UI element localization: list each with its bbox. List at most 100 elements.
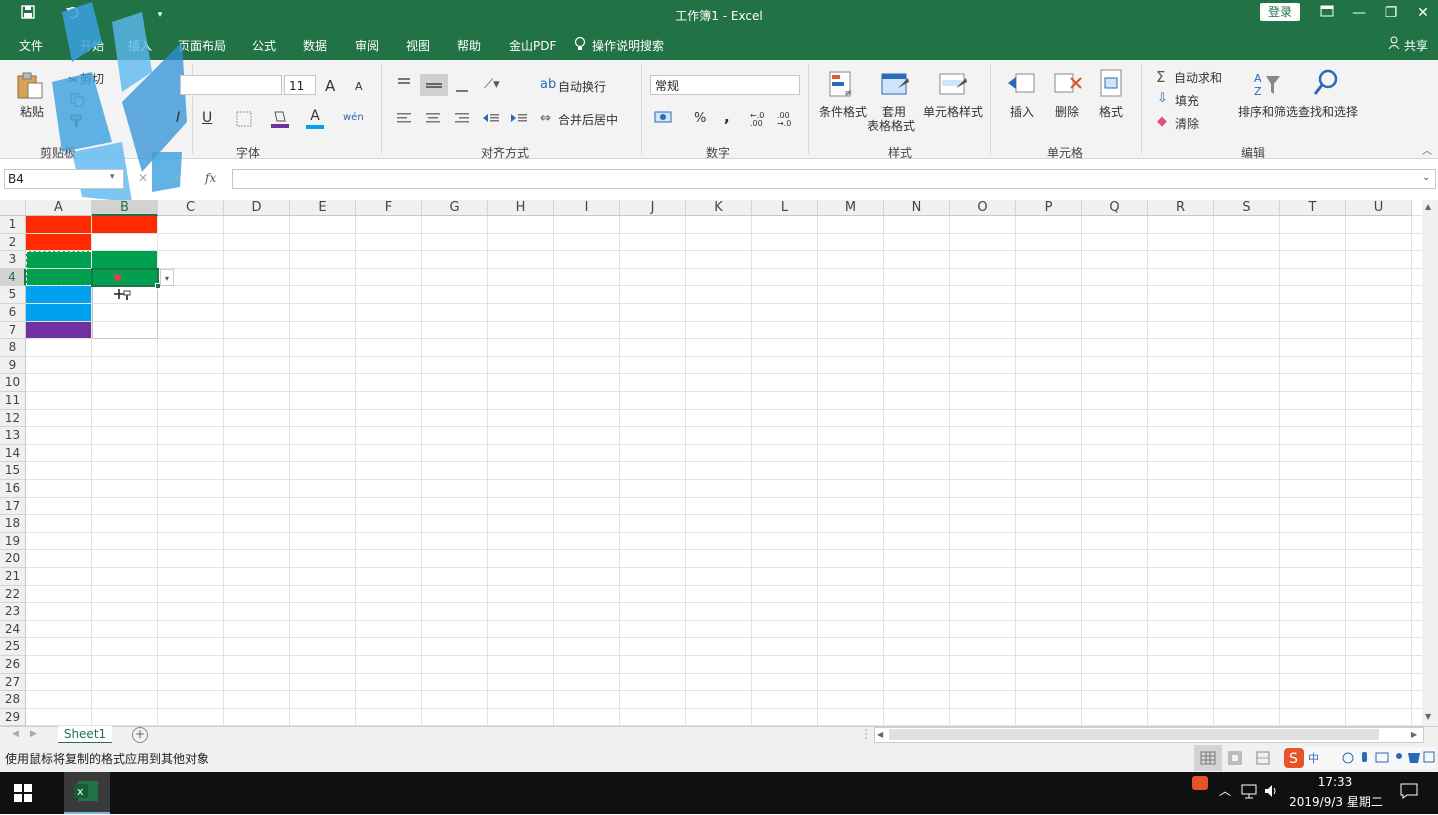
conditional-format-icon[interactable]: ≠ xyxy=(828,70,856,103)
page-break-view-icon[interactable] xyxy=(1256,751,1270,768)
column-header-l[interactable]: L xyxy=(752,200,818,216)
increase-decimal-button[interactable]: ←.0 .00 xyxy=(750,112,772,128)
selected-cell-border[interactable] xyxy=(91,267,159,288)
column-header-h[interactable]: H xyxy=(488,200,554,216)
restore-icon[interactable]: ❐ xyxy=(1376,2,1406,24)
login-button[interactable]: 登录 xyxy=(1260,3,1300,21)
clock-time[interactable]: 17:33 xyxy=(1300,775,1370,789)
column-header-q[interactable]: Q xyxy=(1082,200,1148,216)
decrease-indent-icon[interactable] xyxy=(482,111,500,128)
cell-styles-button[interactable]: 单元格样式 xyxy=(923,103,983,120)
user-icon[interactable] xyxy=(1388,36,1400,56)
minimize-icon[interactable]: — xyxy=(1344,2,1374,24)
insert-cells-icon[interactable] xyxy=(1006,70,1036,101)
fill-color-icon[interactable] xyxy=(271,109,289,132)
row-header-27[interactable]: 27 xyxy=(0,673,26,692)
expand-formula-icon[interactable]: ⌄ xyxy=(1422,172,1430,183)
column-header-s[interactable]: S xyxy=(1214,200,1280,216)
cell-fill-a7[interactable] xyxy=(26,321,92,340)
cell-fill-a6[interactable] xyxy=(26,304,92,322)
windows-start-icon[interactable] xyxy=(14,784,32,805)
tab-file[interactable]: 文件 xyxy=(19,36,43,56)
cell-fill-b1[interactable] xyxy=(92,216,158,234)
wrap-text-icon[interactable]: ab xyxy=(540,77,556,92)
comma-button[interactable]: , xyxy=(724,108,730,126)
column-header-u[interactable]: U xyxy=(1346,200,1412,216)
tab-help[interactable]: 帮助 xyxy=(457,36,481,56)
tab-data[interactable]: 数据 xyxy=(303,36,327,56)
name-box[interactable]: B4 xyxy=(4,169,124,189)
column-header-o[interactable]: O xyxy=(950,200,1016,216)
tray-sogou-icon[interactable] xyxy=(1192,776,1208,790)
cell-fill-b3[interactable] xyxy=(92,251,158,269)
align-center-icon[interactable] xyxy=(425,112,441,127)
column-header-j[interactable]: J xyxy=(620,200,686,216)
row-header-17[interactable]: 17 xyxy=(0,497,26,516)
borders-icon[interactable] xyxy=(236,111,252,130)
clock-date[interactable]: 2019/9/3 星期二 xyxy=(1288,793,1384,810)
paste-button[interactable]: 粘贴 xyxy=(20,103,44,120)
paste-icon[interactable] xyxy=(14,70,48,100)
row-header-6[interactable]: 6 xyxy=(0,304,26,322)
format-table-button-line2[interactable]: 表格格式 xyxy=(867,117,915,134)
insert-cells-button[interactable]: 插入 xyxy=(1010,103,1034,120)
autosum-button[interactable]: 自动求和 xyxy=(1174,69,1222,86)
scroll-left-icon[interactable]: ◀ xyxy=(12,729,19,739)
align-right-icon[interactable] xyxy=(454,112,470,127)
tell-me-search[interactable]: 操作说明搜索 xyxy=(592,36,664,56)
row-header-16[interactable]: 16 xyxy=(0,480,26,498)
ribbon-display-icon[interactable] xyxy=(1312,2,1342,24)
row-header-20[interactable]: 20 xyxy=(0,550,26,568)
column-header-b[interactable]: B xyxy=(92,200,158,216)
row-header-19[interactable]: 19 xyxy=(0,532,26,551)
align-top-icon[interactable] xyxy=(396,76,412,93)
row-header-29[interactable]: 29 xyxy=(0,708,26,726)
normal-view-icon[interactable] xyxy=(1194,745,1222,771)
font-name-combo[interactable] xyxy=(180,75,282,95)
row-header-18[interactable]: 18 xyxy=(0,515,26,533)
column-header-r[interactable]: R xyxy=(1148,200,1214,216)
confirm-entry-icon[interactable]: ✓ xyxy=(172,171,182,185)
format-cells-button[interactable]: 格式 xyxy=(1099,103,1123,120)
cancel-entry-icon[interactable]: ✕ xyxy=(138,171,148,185)
row-header-13[interactable]: 13 xyxy=(0,427,26,445)
close-icon[interactable]: ✕ xyxy=(1408,2,1438,24)
align-middle-icon[interactable] xyxy=(420,74,448,96)
underline-button[interactable]: U xyxy=(202,110,212,126)
fill-button[interactable]: 填充 xyxy=(1175,92,1199,109)
tray-expand-icon[interactable]: ︿ xyxy=(1219,782,1231,799)
format-table-icon[interactable] xyxy=(880,70,910,103)
tab-split-handle[interactable]: ⋮ xyxy=(860,727,872,741)
autosum-icon[interactable]: Σ xyxy=(1156,68,1165,86)
increase-indent-icon[interactable] xyxy=(510,111,528,128)
delete-cells-button[interactable]: 删除 xyxy=(1055,103,1079,120)
row-header-28[interactable]: 28 xyxy=(0,691,26,709)
row-header-23[interactable]: 23 xyxy=(0,603,26,621)
formula-input[interactable] xyxy=(232,169,1436,189)
find-select-icon[interactable] xyxy=(1312,68,1340,101)
delete-cells-icon[interactable] xyxy=(1053,70,1083,101)
row-header-5[interactable]: 5 xyxy=(0,286,26,304)
conditional-format-button[interactable]: 条件格式 xyxy=(819,103,867,120)
percent-button[interactable]: % xyxy=(694,111,706,126)
shrink-font-button[interactable]: A xyxy=(355,80,363,93)
phonetic-button[interactable]: wén xyxy=(343,112,364,123)
insert-function-icon[interactable]: fx xyxy=(205,171,216,185)
fill-down-icon[interactable]: ⇩ xyxy=(1157,91,1168,106)
column-header-m[interactable]: M xyxy=(818,200,884,216)
column-header-t[interactable]: T xyxy=(1280,200,1346,216)
number-format-combo[interactable]: 常规 xyxy=(650,75,800,95)
cell-fill-a5[interactable] xyxy=(26,286,92,304)
tab-formulas[interactable]: 公式 xyxy=(252,36,276,56)
row-header-8[interactable]: 8 xyxy=(0,339,26,357)
row-header-26[interactable]: 26 xyxy=(0,656,26,674)
scroll-right-icon[interactable]: ▶ xyxy=(30,729,37,739)
row-header-3[interactable]: 3 xyxy=(0,251,26,269)
row-header-7[interactable]: 7 xyxy=(0,321,26,340)
merge-center-button[interactable]: 合并后居中 xyxy=(558,111,618,128)
column-header-e[interactable]: E xyxy=(290,200,356,216)
tab-wps-pdf[interactable]: 金山PDF xyxy=(509,36,556,56)
wrap-text-button[interactable]: 自动换行 xyxy=(558,78,606,95)
row-header-9[interactable]: 9 xyxy=(0,356,26,375)
accounting-format-icon[interactable] xyxy=(654,110,672,127)
